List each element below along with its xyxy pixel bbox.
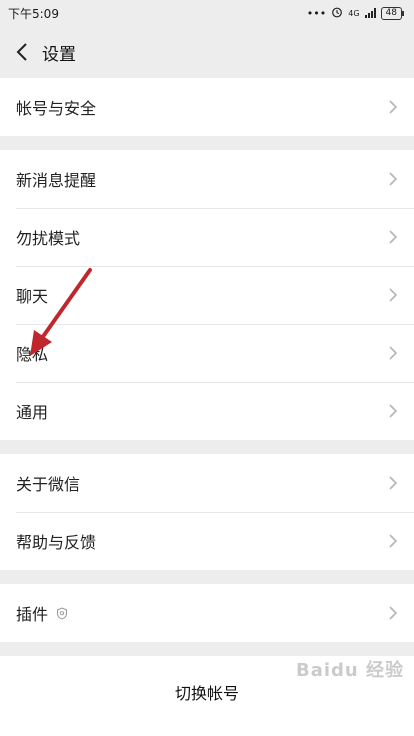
row-label: 通用: [16, 403, 49, 422]
row-label: 帮助与反馈: [16, 533, 97, 552]
row-privacy[interactable]: 隐私: [0, 324, 414, 382]
chevron-right-icon: [389, 476, 398, 490]
row-label: 勿扰模式: [16, 229, 81, 248]
chevron-right-icon: [389, 534, 398, 548]
chevron-right-icon: [389, 230, 398, 244]
chevron-right-icon: [389, 404, 398, 418]
nav-bar: 设置: [0, 26, 414, 78]
alarm-clock-icon: [331, 6, 343, 21]
row-label: 隐私: [16, 345, 49, 364]
battery-level: 48: [385, 7, 397, 18]
shield-icon: [57, 606, 68, 620]
row-do-not-disturb[interactable]: 勿扰模式: [0, 208, 414, 266]
status-time: 下午5:09: [8, 6, 59, 21]
signal-icon: [364, 8, 376, 18]
battery-icon: 48: [380, 6, 405, 20]
row-left: 插件: [16, 601, 68, 625]
chevron-right-icon: [389, 346, 398, 360]
row-label: 聊天: [16, 287, 49, 306]
row-account-security[interactable]: 帐号与安全: [0, 78, 414, 136]
row-label: 关于微信: [16, 475, 81, 494]
row-new-message-notify[interactable]: 新消息提醒: [0, 150, 414, 208]
row-label: 新消息提醒: [16, 171, 97, 190]
switch-account-label: 切换帐号: [174, 684, 239, 703]
row-label: 插件: [16, 605, 49, 624]
status-icons: ••• 4G 48: [306, 6, 405, 21]
chevron-right-icon: [389, 606, 398, 620]
row-general[interactable]: 通用: [0, 382, 414, 440]
chevron-right-icon: [389, 172, 398, 186]
status-bar: 下午5:09 ••• 4G 48: [0, 0, 414, 26]
status-dots: •••: [306, 6, 327, 20]
group-about: 关于微信 帮助与反馈: [0, 454, 414, 570]
group-plugins: 插件: [0, 584, 414, 642]
group-account: 帐号与安全: [0, 78, 414, 136]
row-help-feedback[interactable]: 帮助与反馈: [0, 512, 414, 570]
page-title: 设置: [42, 44, 76, 65]
network-type: 4G: [348, 8, 360, 18]
baidu-watermark: Baidu 经验: [295, 660, 404, 681]
row-label: 帐号与安全: [16, 99, 97, 118]
row-chat[interactable]: 聊天: [0, 266, 414, 324]
chevron-right-icon: [389, 100, 398, 114]
group-settings: 新消息提醒 勿扰模式 聊天 隐私 通用: [0, 150, 414, 440]
row-plugins[interactable]: 插件: [0, 584, 414, 642]
back-icon[interactable]: [12, 42, 32, 62]
chevron-right-icon: [389, 288, 398, 302]
row-about-wechat[interactable]: 关于微信: [0, 454, 414, 512]
